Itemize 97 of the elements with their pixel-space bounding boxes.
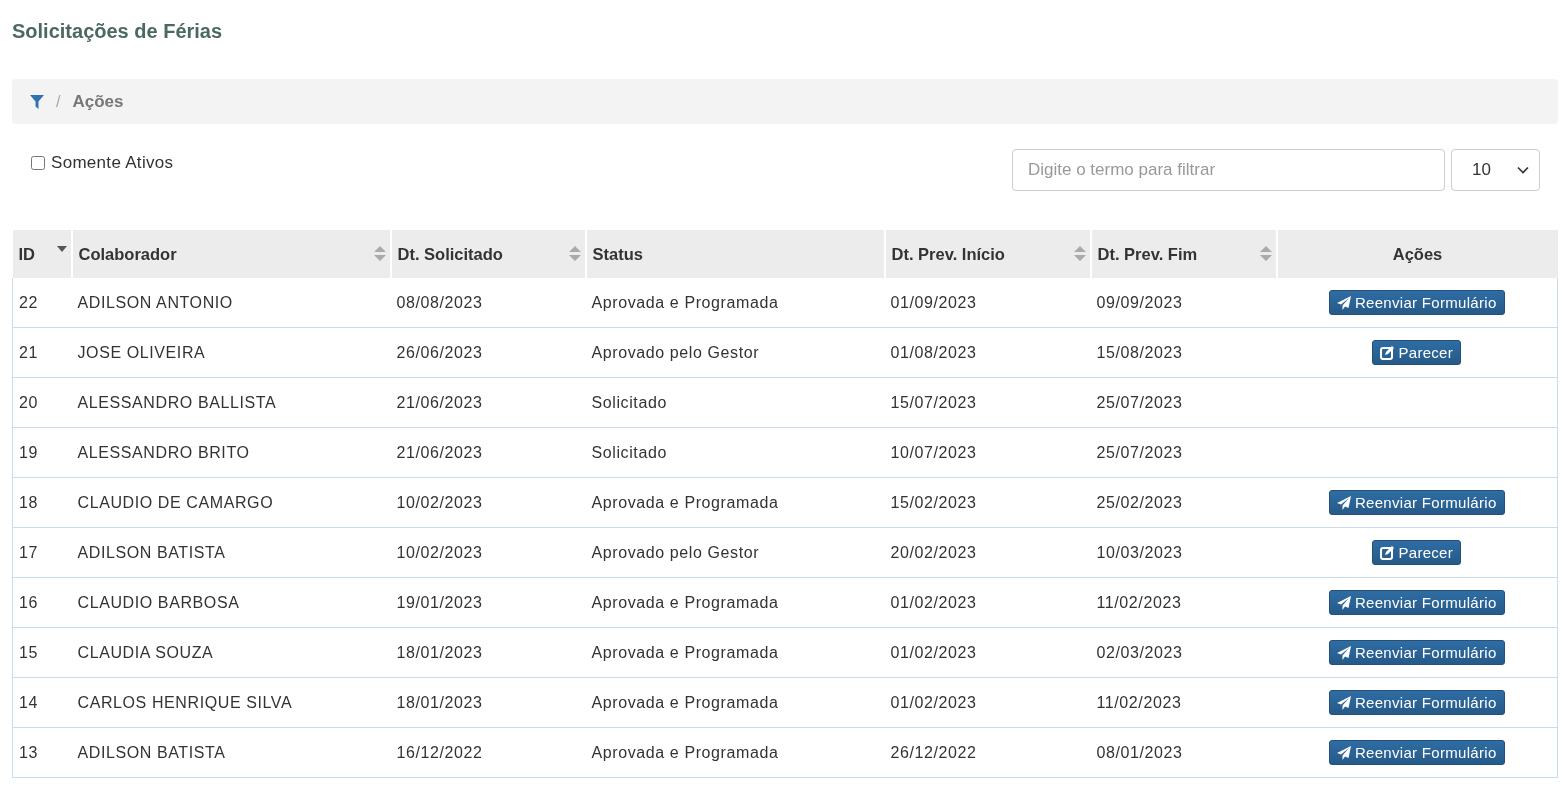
table-cell: 15/07/2023 [884,377,1091,428]
table-cell: 15/08/2023 [1090,327,1277,378]
sort-icon [568,246,581,261]
edit-icon [1380,545,1395,560]
table-cell: 25/07/2023 [1090,377,1277,428]
table-cell: Aprovada e Programada [585,477,885,528]
table-cell: 11/02/2023 [1090,677,1277,728]
breadcrumb-separator: / [56,92,61,111]
sort-icon [1073,246,1086,261]
review-button[interactable]: Parecer [1372,340,1462,365]
table-cell: 25/02/2023 [1090,477,1277,528]
table-cell: Aprovada e Programada [585,727,885,778]
table-cell: 22 [12,278,72,328]
filter-icon[interactable] [30,94,44,109]
table-cell: 25/07/2023 [1090,427,1277,478]
resend-form-button[interactable]: Reenviar Formulário [1328,740,1505,765]
table-cell: 26/12/2022 [884,727,1091,778]
table-cell: 21/06/2023 [390,377,586,428]
chevron-down-icon [1517,166,1529,174]
table-cell: 20 [12,377,72,428]
checkbox-label[interactable]: Somente Ativos [51,153,174,173]
table-cell: 16 [12,577,72,628]
table-cell: 19 [12,427,72,478]
table-cell: Solicitado [585,427,885,478]
table-cell: ALESSANDRO BRITO [71,427,391,478]
table-cell: 01/02/2023 [884,627,1091,678]
paper-plane-icon [1336,645,1351,660]
paper-plane-icon [1336,295,1351,310]
page-title: Solicitações de Férias [12,19,224,44]
table-cell: Aprovada e Programada [585,677,885,728]
column-header[interactable]: ID [12,230,72,278]
table-cell: 01/08/2023 [884,327,1091,378]
page-size-select[interactable]: 10 [1451,149,1540,191]
resend-form-button[interactable]: Reenviar Formulário [1328,490,1505,515]
table-cell: ADILSON BATISTA [71,727,391,778]
table-cell: 10/02/2023 [390,527,586,578]
resend-form-button[interactable]: Reenviar Formulário [1328,590,1505,615]
table-cell: 26/06/2023 [390,327,586,378]
sort-icon [373,246,386,261]
table-cell: Aprovada e Programada [585,278,885,328]
checkbox[interactable] [31,156,45,170]
table-cell: ADILSON BATISTA [71,527,391,578]
table-cell: 13 [12,727,72,778]
table-cell: 01/09/2023 [884,278,1091,328]
table-cell: 11/02/2023 [1090,577,1277,628]
review-button[interactable]: Parecer [1372,540,1462,565]
table-cell: 20/02/2023 [884,527,1091,578]
resend-form-button[interactable]: Reenviar Formulário [1328,290,1505,315]
table-cell: 02/03/2023 [1090,627,1277,678]
table-cell: 18/01/2023 [390,677,586,728]
paper-plane-icon [1336,595,1351,610]
column-header[interactable]: Dt. Prev. Início [884,230,1091,278]
table-cell: 10/07/2023 [884,427,1091,478]
breadcrumb-item[interactable]: Ações [72,91,124,112]
table-cell: 10/02/2023 [390,477,586,528]
edit-icon [1380,345,1395,360]
column-header[interactable]: Dt. Prev. Fim [1090,230,1277,278]
table-cell: CLAUDIA SOUZA [71,627,391,678]
table-cell: 15 [12,627,72,678]
table-cell: 19/01/2023 [390,577,586,628]
table-cell: 08/01/2023 [1090,727,1277,778]
table-cell: Aprovado pelo Gestor [585,327,885,378]
column-header: Ações [1276,230,1558,278]
table-cell: 16/12/2022 [390,727,586,778]
table-cell: CARLOS HENRIQUE SILVA [71,677,391,728]
resend-form-button[interactable]: Reenviar Formulário [1328,640,1505,665]
table-cell: JOSE OLIVEIRA [71,327,391,378]
column-header[interactable]: Colaborador [71,230,391,278]
table-cell: CLAUDIO DE CAMARGO [71,477,391,528]
column-header: Status [585,230,885,278]
table-cell: ALESSANDRO BALLISTA [71,377,391,428]
table-cell: 01/02/2023 [884,577,1091,628]
table-cell: Aprovada e Programada [585,577,885,628]
table-cell: Aprovado pelo Gestor [585,527,885,578]
table-cell: 18 [12,477,72,528]
resend-form-button[interactable]: Reenviar Formulário [1328,690,1505,715]
table-cell: ADILSON ANTONIO [71,278,391,328]
table-cell: 21 [12,327,72,378]
table-cell: 10/03/2023 [1090,527,1277,578]
table-cell: Aprovada e Programada [585,627,885,678]
sort-down-icon [56,246,67,252]
table-cell: 15/02/2023 [884,477,1091,528]
table-cell: 17 [12,527,72,578]
table-cell: 08/08/2023 [390,278,586,328]
table-cell: 14 [12,677,72,728]
table-cell: 18/01/2023 [390,627,586,678]
paper-plane-icon [1336,745,1351,760]
paper-plane-icon [1336,695,1351,710]
table-cell: 01/02/2023 [884,677,1091,728]
table-cell: 09/09/2023 [1090,278,1277,328]
table-cell: CLAUDIO BARBOSA [71,577,391,628]
table-cell: 21/06/2023 [390,427,586,478]
table-cell: Solicitado [585,377,885,428]
column-header[interactable]: Dt. Solicitado [390,230,586,278]
sort-icon [1259,246,1272,261]
paper-plane-icon [1336,495,1351,510]
search-field[interactable]: Digite o termo para filtrar [1012,149,1445,191]
